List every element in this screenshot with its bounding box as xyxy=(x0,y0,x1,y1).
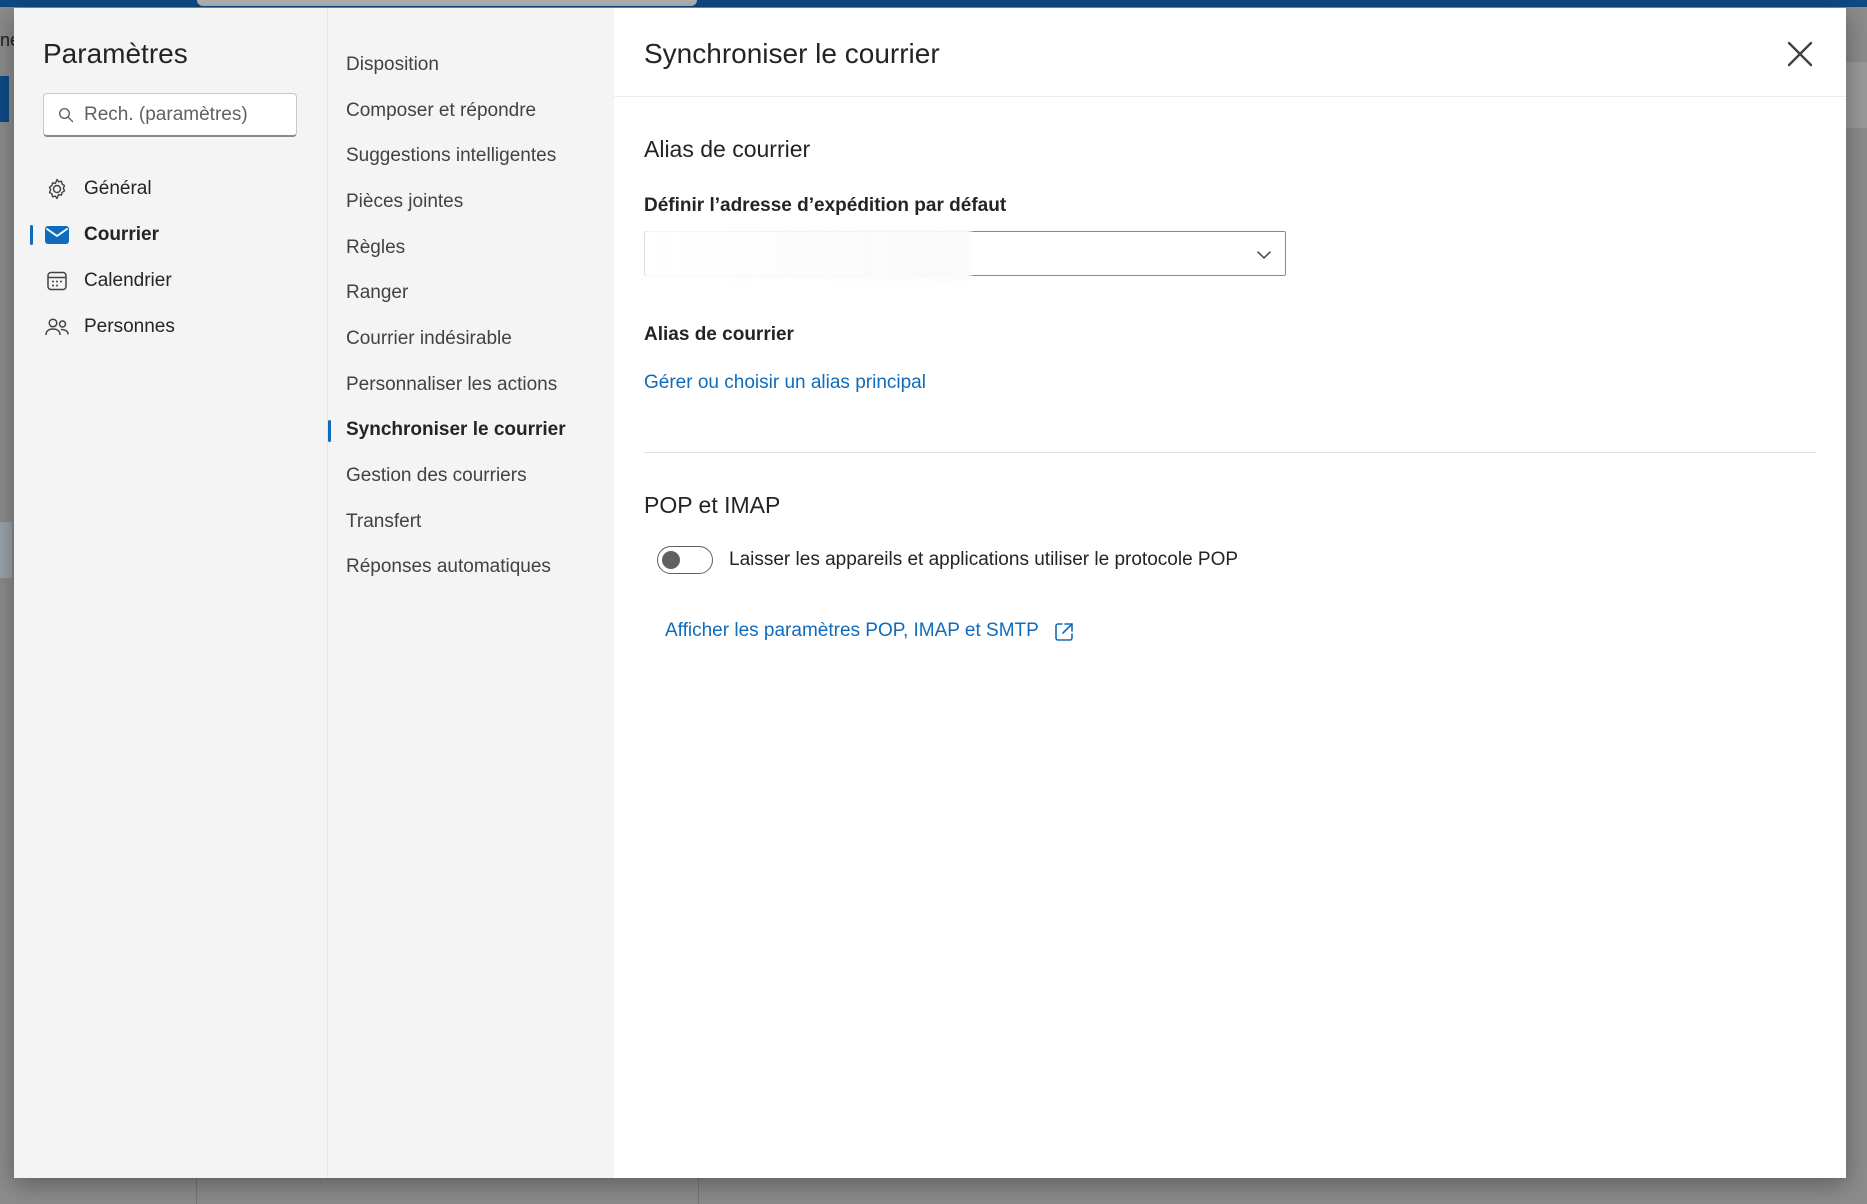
menu-item-forwarding[interactable]: Transfert xyxy=(328,499,614,545)
menu-item-compose-reply[interactable]: Composer et répondre xyxy=(328,88,614,134)
default-address-dropdown[interactable] xyxy=(643,228,1286,280)
menu-item-disposition[interactable]: Disposition xyxy=(328,42,614,88)
settings-category-list: Général Courrier Calendrier Personnes xyxy=(14,166,328,350)
settings-search-box[interactable] xyxy=(43,93,297,137)
pop-imap-section-title: POP et IMAP xyxy=(644,492,781,518)
menu-item-junk-mail[interactable]: Courrier indésirable xyxy=(328,316,614,362)
settings-category-pane: Paramètres Général xyxy=(14,8,328,1178)
external-link-icon xyxy=(1055,622,1074,641)
page-title: Synchroniser le courrier xyxy=(644,38,940,69)
background-nav-accent xyxy=(0,76,9,122)
menu-item-attachments[interactable]: Pièces jointes xyxy=(328,179,614,225)
calendar-icon xyxy=(44,268,70,294)
menu-item-sweep[interactable]: Ranger xyxy=(328,270,614,316)
gear-icon xyxy=(44,176,70,202)
category-label: Courrier xyxy=(84,224,159,245)
menu-item-customize-actions[interactable]: Personnaliser les actions xyxy=(328,362,614,408)
close-button[interactable] xyxy=(1784,38,1816,70)
category-label: Général xyxy=(84,178,152,199)
settings-search-input[interactable] xyxy=(84,103,284,126)
mail-icon xyxy=(44,222,70,248)
search-icon xyxy=(58,107,74,122)
redacted-address-mask xyxy=(643,228,971,280)
pop-imap-smtp-settings-link[interactable]: Afficher les paramètres POP, IMAP et SMT… xyxy=(665,620,1039,641)
background-selected-item xyxy=(0,522,12,578)
default-address-label: Définir l’adresse d’expédition par défau… xyxy=(644,195,1007,216)
menu-item-automatic-replies[interactable]: Réponses automatiques xyxy=(328,545,614,591)
settings-content-pane: Synchroniser le courrier Alias de courri… xyxy=(614,8,1846,1178)
category-people[interactable]: Personnes xyxy=(14,304,328,350)
chevron-down-icon xyxy=(1257,251,1271,259)
mail-settings-list: Disposition Composer et répondre Suggest… xyxy=(328,42,614,590)
background-divider xyxy=(698,1178,699,1204)
category-label: Personnes xyxy=(84,316,175,337)
browser-tab xyxy=(197,0,697,6)
background-panel-edge xyxy=(1843,62,1867,128)
pop-toggle[interactable] xyxy=(657,546,713,574)
settings-title: Paramètres xyxy=(43,38,188,69)
menu-item-message-handling[interactable]: Gestion des courriers xyxy=(328,453,614,499)
alias-label: Alias de courrier xyxy=(644,324,794,345)
background-divider xyxy=(196,1178,197,1204)
category-mail[interactable]: Courrier xyxy=(14,212,328,258)
alias-section-title: Alias de courrier xyxy=(644,136,811,162)
manage-alias-link[interactable]: Gérer ou choisir un alias principal xyxy=(644,372,926,394)
toggle-knob xyxy=(662,551,680,569)
pop-toggle-label: Laisser les appareils et applications ut… xyxy=(729,549,1239,570)
close-icon xyxy=(1787,41,1813,67)
content-header: Synchroniser le courrier xyxy=(614,8,1846,97)
category-general[interactable]: Général xyxy=(14,166,328,212)
people-icon xyxy=(44,314,70,340)
settings-dialog: Paramètres Général xyxy=(14,8,1846,1178)
menu-item-smart-suggestions[interactable]: Suggestions intelligentes xyxy=(328,133,614,179)
pop-settings-link-wrapper: Afficher les paramètres POP, IMAP et SMT… xyxy=(665,620,1075,643)
category-label: Calendrier xyxy=(84,270,172,291)
menu-item-rules[interactable]: Règles xyxy=(328,225,614,271)
category-calendar[interactable]: Calendrier xyxy=(14,258,328,304)
menu-item-sync-email[interactable]: Synchroniser le courrier xyxy=(328,408,614,454)
section-divider xyxy=(644,452,1816,453)
mail-settings-menu: Disposition Composer et répondre Suggest… xyxy=(328,8,614,1178)
